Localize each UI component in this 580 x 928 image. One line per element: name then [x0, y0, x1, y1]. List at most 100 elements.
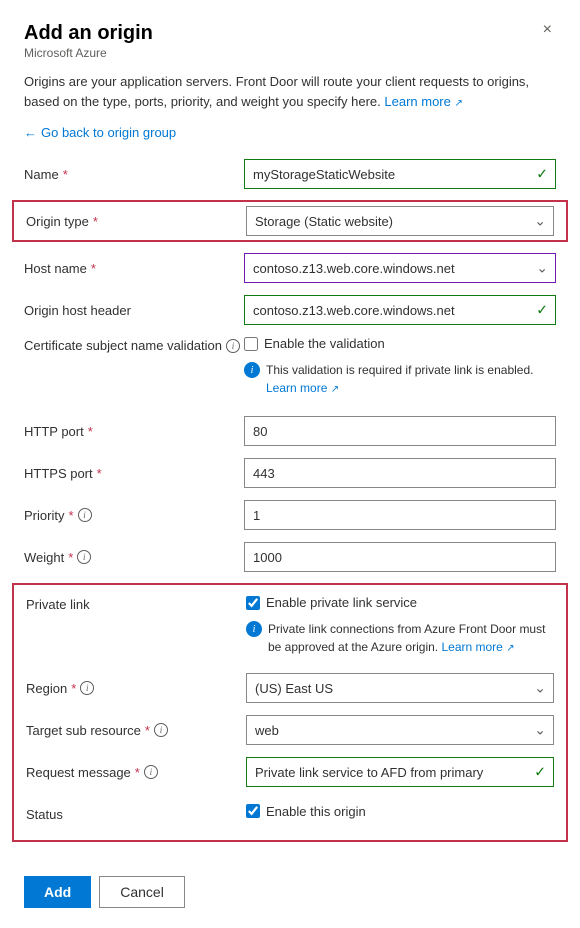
status-checkbox-row: Enable this origin	[246, 804, 554, 819]
priority-required: *	[68, 508, 73, 523]
cert-info-icon[interactable]: i	[226, 339, 240, 353]
status-label: Status	[26, 807, 246, 822]
status-control: Enable this origin	[246, 804, 554, 825]
panel-header: Add an origin Microsoft Azure ×	[24, 20, 556, 70]
https-port-required: *	[97, 466, 102, 481]
origin-type-select-wrapper: Storage (Static website)	[246, 206, 554, 236]
target-sub-control: web	[246, 715, 554, 745]
cert-row: Certificate subject name validation i En…	[24, 336, 556, 405]
https-port-control	[244, 458, 556, 488]
https-port-input[interactable]	[244, 458, 556, 488]
priority-input[interactable]	[244, 500, 556, 530]
priority-control	[244, 500, 556, 530]
private-link-row: Private link Enable private link service…	[26, 595, 554, 664]
weight-row: Weight * i	[24, 541, 556, 573]
footer: Add Cancel	[24, 866, 556, 908]
target-sub-row: Target sub resource * i web	[26, 714, 554, 746]
name-row: Name * ✓	[24, 158, 556, 190]
origin-type-select[interactable]: Storage (Static website)	[246, 206, 554, 236]
request-message-row: Request message * i ✓	[26, 756, 554, 788]
http-port-required: *	[88, 424, 93, 439]
back-arrow-icon: ←	[24, 125, 37, 140]
host-name-select-wrapper: contoso.z13.web.core.windows.net	[244, 253, 556, 283]
cancel-button[interactable]: Cancel	[99, 876, 185, 908]
panel-title-group: Add an origin Microsoft Azure	[24, 20, 153, 70]
origin-type-required: *	[93, 214, 98, 229]
region-info-icon[interactable]: i	[80, 681, 94, 695]
private-link-label: Private link	[26, 595, 246, 612]
origin-host-header-input[interactable]	[244, 295, 556, 325]
weight-info-icon[interactable]: i	[77, 550, 91, 564]
panel-subtitle: Microsoft Azure	[24, 46, 153, 60]
description-text: Origins are your application servers. Fr…	[24, 72, 556, 111]
panel-title: Add an origin	[24, 20, 153, 46]
add-origin-panel: Add an origin Microsoft Azure × Origins …	[0, 0, 580, 928]
private-link-info-circle-icon: i	[246, 621, 262, 637]
close-button[interactable]: ×	[539, 20, 556, 40]
weight-required: *	[68, 550, 73, 565]
request-message-label: Request message * i	[26, 765, 246, 780]
priority-label: Priority * i	[24, 508, 244, 523]
private-link-external-icon: ↗	[506, 643, 514, 654]
region-select[interactable]: (US) East US	[246, 673, 554, 703]
target-sub-required: *	[145, 723, 150, 738]
priority-info-icon[interactable]: i	[78, 508, 92, 522]
back-to-origin-link[interactable]: ← Go back to origin group	[24, 125, 556, 140]
request-message-check-icon: ✓	[534, 764, 546, 781]
add-button[interactable]: Add	[24, 876, 91, 908]
cert-info-text: This validation is required if private l…	[266, 361, 556, 397]
host-name-control: contoso.z13.web.core.windows.net	[244, 253, 556, 283]
priority-row: Priority * i	[24, 499, 556, 531]
cert-checkbox-label: Enable the validation	[264, 336, 385, 351]
cert-checkbox-row: Enable the validation	[244, 336, 556, 351]
https-port-row: HTTPS port *	[24, 457, 556, 489]
region-select-wrapper: (US) East US	[246, 673, 554, 703]
origin-host-header-row: Origin host header ✓	[24, 294, 556, 326]
http-port-row: HTTP port *	[24, 415, 556, 447]
request-message-input[interactable]	[246, 757, 554, 787]
name-control: ✓	[244, 159, 556, 189]
host-name-required: *	[91, 261, 96, 276]
cert-control: Enable the validation i This validation …	[244, 336, 556, 405]
http-port-input[interactable]	[244, 416, 556, 446]
private-link-checkbox[interactable]	[246, 596, 260, 610]
cert-checkbox[interactable]	[244, 337, 258, 351]
host-name-select[interactable]: contoso.z13.web.core.windows.net	[244, 253, 556, 283]
private-link-info-text: Private link connections from Azure Fron…	[268, 620, 554, 656]
request-message-control: ✓	[246, 757, 554, 787]
http-port-label: HTTP port *	[24, 424, 244, 439]
target-sub-info-icon[interactable]: i	[154, 723, 168, 737]
http-port-control	[244, 416, 556, 446]
request-message-required: *	[135, 765, 140, 780]
name-label: Name *	[24, 167, 244, 182]
learn-more-link[interactable]: Learn more ↗	[384, 94, 463, 109]
private-link-right: Enable private link service i Private li…	[246, 595, 554, 664]
name-check-icon: ✓	[536, 166, 548, 183]
cert-info-circle-icon: i	[244, 362, 260, 378]
origin-type-row: Origin type * Storage (Static website)	[12, 200, 568, 242]
status-row: Status Enable this origin	[26, 798, 554, 830]
status-checkbox[interactable]	[246, 804, 260, 818]
origin-host-header-check-icon: ✓	[536, 302, 548, 319]
cert-learn-more-link[interactable]: Learn more ↗	[266, 381, 339, 395]
origin-host-header-label: Origin host header	[24, 303, 244, 318]
cert-label: Certificate subject name validation i	[24, 336, 244, 353]
weight-input[interactable]	[244, 542, 556, 572]
region-label: Region * i	[26, 681, 246, 696]
private-link-learn-more-link[interactable]: Learn more ↗	[441, 640, 514, 654]
weight-control	[244, 542, 556, 572]
status-checkbox-label: Enable this origin	[266, 804, 366, 819]
external-link-icon: ↗	[454, 98, 462, 109]
region-control: (US) East US	[246, 673, 554, 703]
cert-info-box: i This validation is required if private…	[244, 357, 556, 401]
target-sub-select[interactable]: web	[246, 715, 554, 745]
origin-type-label: Origin type *	[26, 214, 246, 229]
host-name-label: Host name *	[24, 261, 244, 276]
private-link-info-box: i Private link connections from Azure Fr…	[246, 616, 554, 660]
name-input[interactable]	[244, 159, 556, 189]
private-link-checkbox-label: Enable private link service	[266, 595, 417, 610]
request-message-info-icon[interactable]: i	[144, 765, 158, 779]
target-sub-label: Target sub resource * i	[26, 723, 246, 738]
private-link-checkbox-row: Enable private link service	[246, 595, 554, 610]
region-required: *	[71, 681, 76, 696]
